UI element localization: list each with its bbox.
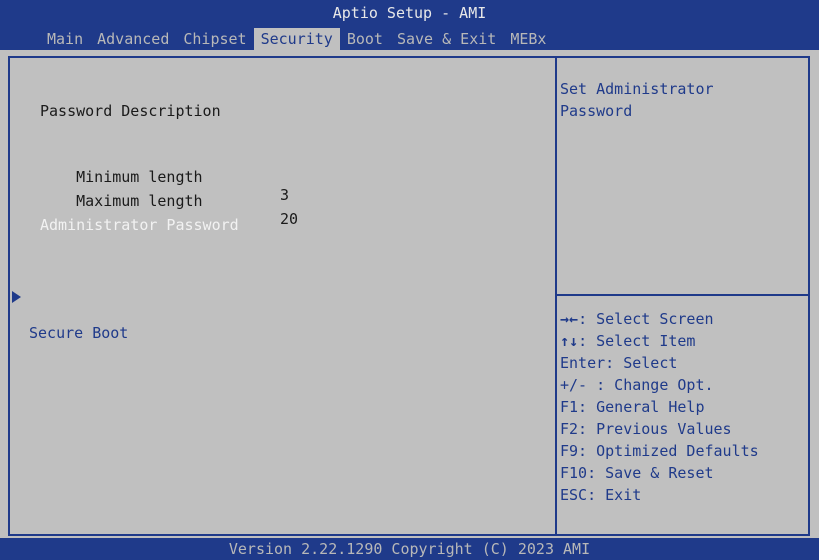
menu-bar: Main Advanced Chipset Security Boot Save…	[40, 28, 553, 50]
content-frame: Password Description Minimum length 3 Ma…	[8, 56, 810, 536]
maximum-length-row: Maximum length 20	[40, 174, 340, 246]
tab-security[interactable]: Security	[253, 28, 340, 50]
key-exit: ESC: Exit	[560, 486, 642, 504]
key-legend: →←: Select Screen ↑↓: Select Item Enter:…	[560, 308, 759, 506]
key-optimized-defaults: F9: Optimized Defaults	[560, 442, 759, 460]
password-description-label: Password Description	[40, 102, 221, 120]
secure-boot-item[interactable]: Secure Boot	[10, 288, 310, 360]
left-right-arrows-icon: →←	[560, 310, 579, 328]
key-change-opt: +/- : Change Opt.	[560, 376, 714, 394]
top-bar: Aptio Setup - AMI Main Advanced Chipset …	[0, 0, 819, 50]
tab-boot[interactable]: Boot	[340, 28, 390, 50]
help-panel: Set Administrator Password	[560, 78, 760, 122]
key-save-reset: F10: Save & Reset	[560, 464, 714, 482]
secure-boot-label: Secure Boot	[29, 324, 129, 342]
key-enter: Enter: Select	[560, 354, 678, 372]
help-line-2: Password	[560, 102, 633, 120]
tab-mebx[interactable]: MEBx	[503, 28, 553, 50]
tab-save-exit[interactable]: Save & Exit	[390, 28, 503, 50]
up-down-arrows-icon: ↑↓	[560, 332, 579, 350]
vertical-divider	[555, 58, 557, 534]
help-line-1: Set Administrator	[560, 80, 714, 98]
app-title: Aptio Setup - AMI	[332, 4, 487, 22]
horizontal-divider	[557, 294, 810, 296]
key-general-help: F1: General Help	[560, 398, 705, 416]
key-previous-values: F2: Previous Values	[560, 420, 732, 438]
maximum-length-value: 20	[280, 210, 299, 228]
tab-chipset[interactable]: Chipset	[176, 28, 253, 50]
administrator-password-item[interactable]: Administrator Password	[40, 216, 239, 234]
submenu-arrow-icon	[12, 291, 21, 303]
key-select-screen: →←: Select Screen	[560, 310, 714, 328]
tab-main[interactable]: Main	[40, 28, 90, 50]
version-text: Version 2.22.1290 Copyright (C) 2023 AMI	[228, 540, 591, 558]
key-select-item: ↑↓: Select Item	[560, 332, 696, 350]
tab-advanced[interactable]: Advanced	[90, 28, 176, 50]
maximum-length-label: Maximum length	[76, 192, 203, 210]
footer-bar: Version 2.22.1290 Copyright (C) 2023 AMI	[0, 538, 819, 560]
